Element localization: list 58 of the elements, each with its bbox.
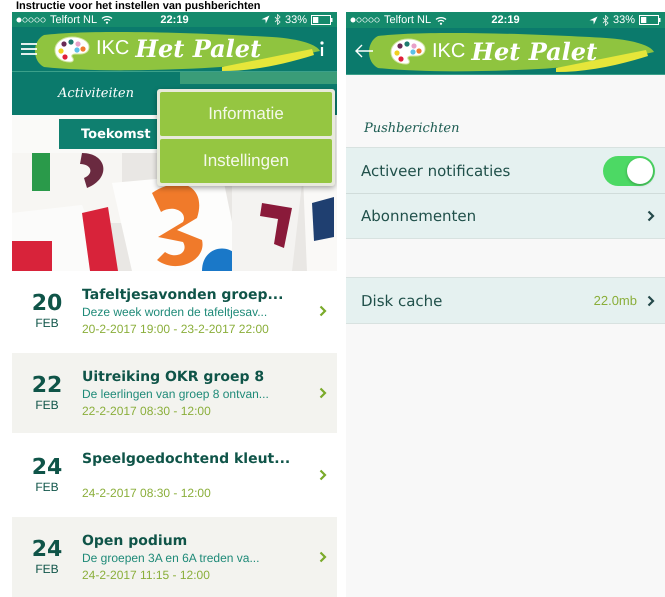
toggle-switch[interactable] [603, 156, 655, 186]
bluetooth-icon [602, 14, 609, 26]
palette-icon [390, 37, 426, 65]
back-arrow-icon[interactable] [354, 44, 374, 58]
wifi-icon [101, 15, 114, 24]
event-description: De leerlingen van groep 8 ontvan... [82, 386, 270, 402]
status-time: 22:19 [491, 14, 520, 26]
carrier-name: Telfort NL [384, 14, 432, 26]
event-time: 24-2-2017 11:15 - 12:00 [82, 568, 211, 582]
battery-icon [310, 14, 333, 25]
chevron-right-icon[interactable] [647, 294, 655, 306]
event-day: 20 [32, 292, 62, 316]
chevron-right-icon[interactable] [647, 210, 655, 222]
event-description: Deze week worden de tafeltjesav... [82, 304, 268, 320]
event-row[interactable]: 22 FEB Uitreiking OKR groep 8 De leerlingen van groep 8 ontvan... 22-2-2017 08:30 - 12:00 [12, 353, 337, 434]
signal-icon [16, 16, 46, 23]
event-month: FEB [35, 316, 59, 330]
brand-text: IKC [432, 40, 466, 62]
event-description: De groepen 3A en 6A treden va... [82, 550, 260, 566]
brand-name: Het Palet [135, 34, 262, 64]
event-time: 20-2-2017 19:00 - 23-2-2017 22:00 [82, 322, 270, 336]
brand-text: IKC [96, 37, 130, 60]
bluetooth-icon [274, 14, 281, 26]
event-month: FEB [35, 480, 59, 494]
location-icon [260, 15, 270, 24]
event-title: Tafeltjesavonden groep... [82, 286, 284, 303]
palette-icon [54, 34, 90, 63]
event-time: 22-2-2017 08:30 - 12:00 [82, 404, 212, 418]
setting-label: Disk cache [361, 292, 444, 310]
battery-icon [638, 15, 661, 25]
setting-value: 22.0mb [594, 293, 637, 308]
carrier-name: Telfort NL [50, 14, 98, 26]
event-day: 24 [32, 538, 62, 562]
page-title: Instructie voor het instellen van pushberichten [15, 0, 262, 12]
event-month: FEB [35, 398, 59, 412]
battery-percent: 33% [284, 14, 307, 26]
setting-label: Activeer notificaties [361, 162, 512, 180]
section-title: Pushberichten [362, 120, 460, 138]
event-row[interactable]: 24 FEB Open podium De groepen 3A en 6A treden va... 24-2-2017 11:15 - 12:00 [12, 517, 337, 597]
battery-percent: 33% [612, 14, 635, 26]
status-time: 22:19 [160, 14, 189, 26]
wifi-icon [435, 16, 448, 24]
settings-row[interactable]: Abonnementen [346, 193, 665, 238]
event-time: 24-2-2017 08:30 - 12:00 [82, 486, 212, 500]
signal-icon [350, 17, 380, 23]
event-title: Uitreiking OKR groep 8 [82, 368, 266, 385]
settings-row[interactable]: Disk cache 22.0mb [346, 278, 665, 323]
event-day: 22 [32, 374, 62, 398]
info-icon[interactable] [319, 40, 325, 57]
event-title: Speelgoedochtend kleut... [82, 450, 292, 467]
event-day: 24 [32, 456, 62, 480]
brand-name: Het Palet [471, 36, 598, 66]
event-month: FEB [35, 562, 59, 576]
setting-label: Abonnementen [361, 207, 478, 225]
menu-icon[interactable] [20, 42, 38, 56]
event-title: Open podium [82, 532, 188, 549]
settings-row[interactable]: Activeer notificaties [346, 148, 665, 193]
location-icon [588, 16, 598, 24]
